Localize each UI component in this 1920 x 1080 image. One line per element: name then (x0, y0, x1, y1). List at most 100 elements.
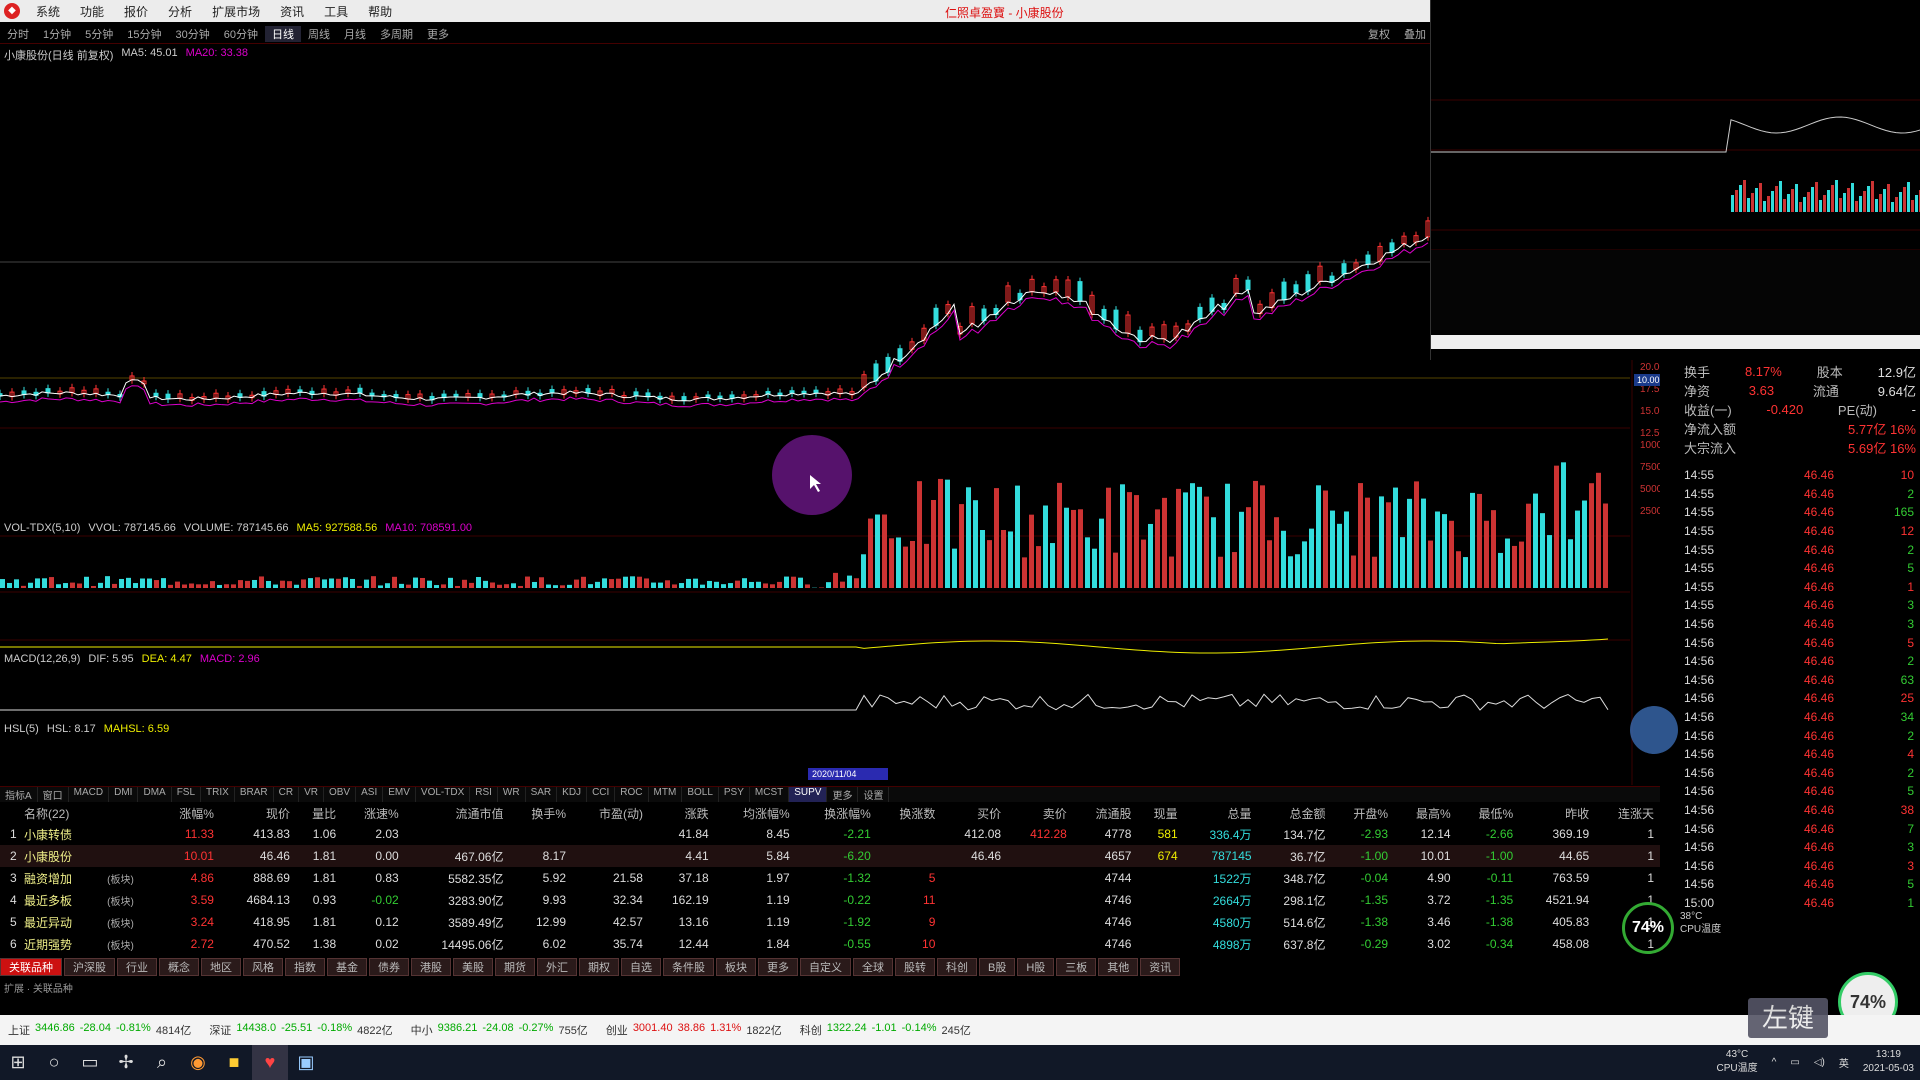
indicator-tab[interactable]: 设置 (858, 787, 890, 802)
sector-tab[interactable]: 风格 (243, 958, 283, 976)
period-tab[interactable]: 30分钟 (169, 26, 217, 42)
sector-tab[interactable]: 外汇 (537, 958, 577, 976)
indicator-tab[interactable]: WR (498, 787, 526, 802)
column-header[interactable]: 连涨天 (1595, 803, 1660, 823)
sector-tab[interactable]: 科创 (937, 958, 977, 976)
task-view-icon[interactable]: ▭ (72, 1045, 108, 1080)
sector-tab[interactable]: 条件股 (663, 958, 714, 976)
sector-tab[interactable]: 股转 (895, 958, 935, 976)
magnifier-icon[interactable]: ⌕ (144, 1045, 180, 1080)
memory-gauge[interactable]: 74% (1622, 902, 1674, 954)
trading-app-icon[interactable]: ♥ (252, 1045, 288, 1080)
column-header[interactable]: 涨幅% (157, 803, 220, 823)
volume-icon[interactable]: ◁) (1814, 1057, 1825, 1068)
search-icon[interactable]: ○ (36, 1045, 72, 1080)
sector-tab[interactable]: 三板 (1056, 958, 1097, 976)
menu-item[interactable]: 系统 (26, 3, 70, 20)
indicator-tab[interactable]: CR (274, 787, 300, 802)
index-ticker[interactable]: 深证 14438.0 -25.51 -0.18% 4822亿 (209, 1022, 392, 1038)
menu-item[interactable]: 资讯 (270, 3, 314, 20)
sector-tab[interactable]: 期权 (579, 958, 619, 976)
indicator-tab[interactable]: ROC (615, 787, 649, 802)
sector-tab[interactable]: 更多 (758, 958, 798, 976)
period-tab[interactable]: 60分钟 (217, 26, 265, 42)
sector-tab[interactable]: 地区 (201, 958, 241, 976)
period-tab[interactable]: 分时 (0, 26, 36, 42)
sector-tab[interactable]: 沪深股 (64, 958, 115, 976)
indicator-tab[interactable]: RSI (470, 787, 498, 802)
indicator-tab[interactable]: VR (299, 787, 324, 802)
windows-start-icon[interactable]: ⊞ (0, 1045, 36, 1080)
table-row[interactable]: 2 小康股份 10.01 46.46 1.81 0.00 467.06亿 8.17 4.41 5.… (0, 845, 1660, 867)
column-header[interactable]: 总金额 (1258, 803, 1332, 823)
sector-tab[interactable]: 基金 (327, 958, 367, 976)
mini-window[interactable] (1430, 0, 1920, 360)
column-header[interactable]: 换手% (509, 803, 572, 823)
column-header[interactable]: 量比 (296, 803, 342, 823)
indicator-tab[interactable]: VOL-TDX (416, 787, 471, 802)
indicator-tab[interactable]: BOLL (682, 787, 719, 802)
column-header[interactable]: 总量 (1184, 803, 1258, 823)
column-header[interactable]: 买价 (941, 803, 1007, 823)
table-row[interactable]: 3 融资增加 (板块) 4.86 888.69 1.81 0.83 5582.35亿 5.92 2… (0, 867, 1660, 889)
column-header[interactable] (0, 803, 24, 823)
column-header[interactable] (107, 803, 157, 823)
indicator-tab[interactable]: ASI (356, 787, 384, 802)
table-row[interactable]: 4 最近多板 (板块) 3.59 4684.13 0.93 -0.02 3283.90亿 9.9… (0, 889, 1660, 911)
indicator-tab[interactable]: EMV (383, 787, 416, 802)
index-ticker[interactable]: 上证 3446.86 -28.04 -0.81% 4814亿 (8, 1022, 191, 1038)
indicator-tab[interactable]: TRIX (201, 787, 235, 802)
menu-item[interactable]: 分析 (158, 3, 202, 20)
indicator-tab[interactable]: 窗口 (38, 787, 69, 802)
index-ticker[interactable]: 创业 3001.40 38.86 1.31% 1822亿 (606, 1022, 782, 1038)
table-row[interactable]: 5 最近异动 (板块) 3.24 418.95 1.81 0.12 3589.49亿 12.99… (0, 911, 1660, 933)
sector-tab[interactable]: 港股 (411, 958, 451, 976)
menu-item[interactable]: 帮助 (358, 3, 402, 20)
column-header[interactable]: 换涨数 (877, 803, 942, 823)
column-header[interactable]: 最高% (1394, 803, 1457, 823)
indicator-tab[interactable]: SAR (526, 787, 558, 802)
sector-tab[interactable]: 自定义 (800, 958, 851, 976)
folder-icon[interactable]: ■ (216, 1045, 252, 1080)
menu-item[interactable]: 工具 (314, 3, 358, 20)
indicator-tab[interactable]: PSY (719, 787, 750, 802)
index-ticker[interactable]: 科创 1322.24 -1.01 -0.14% 245亿 (800, 1022, 971, 1038)
column-header[interactable]: 涨速% (342, 803, 405, 823)
indicator-tab[interactable]: MACD (69, 787, 110, 802)
fuquan-button[interactable]: 复权 (1368, 26, 1390, 42)
indicator-tab[interactable]: CCI (587, 787, 616, 802)
period-tab[interactable]: 更多 (420, 26, 456, 42)
column-header[interactable]: 流通市值 (405, 803, 510, 823)
table-row[interactable]: 6 近期强势 (板块) 2.72 470.52 1.38 0.02 14495.06亿 6.02… (0, 933, 1660, 955)
column-header[interactable]: 均涨幅% (715, 803, 796, 823)
indicator-tab[interactable]: KDJ (557, 787, 588, 802)
sector-tab[interactable]: 行业 (117, 958, 157, 976)
column-header[interactable]: 涨跌 (649, 803, 715, 823)
period-tab[interactable]: 月线 (337, 26, 373, 42)
indicator-tab[interactable]: MTM (649, 787, 683, 802)
sector-tab[interactable]: 美股 (453, 958, 493, 976)
column-header[interactable]: 名称(22) (24, 803, 107, 823)
sector-tab[interactable]: B股 (979, 958, 1016, 976)
network-icon[interactable]: ▭ (1790, 1057, 1799, 1068)
menu-item[interactable]: 功能 (70, 3, 114, 20)
sector-tab[interactable]: 期货 (495, 958, 535, 976)
period-tab[interactable]: 周线 (301, 26, 337, 42)
overlay-button[interactable]: 叠加 (1404, 26, 1426, 42)
column-header[interactable]: 最低% (1457, 803, 1520, 823)
period-tab[interactable]: 日线 (265, 25, 301, 42)
sector-tab[interactable]: 自选 (621, 958, 661, 976)
indicator-tab[interactable]: 更多 (827, 787, 859, 802)
index-ticker[interactable]: 中小 9386.21 -24.08 -0.27% 755亿 (411, 1022, 588, 1038)
indicator-tab[interactable]: DMI (109, 787, 139, 802)
sector-tab[interactable]: 资讯 (1140, 958, 1181, 976)
column-header[interactable]: 现量 (1137, 803, 1183, 823)
sector-tab[interactable]: 概念 (159, 958, 199, 976)
period-tab[interactable]: 1分钟 (36, 26, 78, 42)
indicator-tab[interactable]: FSL (172, 787, 202, 802)
column-header[interactable]: 市盈(动) (572, 803, 649, 823)
column-header[interactable]: 开盘% (1331, 803, 1394, 823)
column-header[interactable]: 卖价 (1007, 803, 1073, 823)
window-app-icon[interactable]: ▣ (288, 1045, 324, 1080)
indicator-tab[interactable]: MCST (750, 787, 790, 802)
